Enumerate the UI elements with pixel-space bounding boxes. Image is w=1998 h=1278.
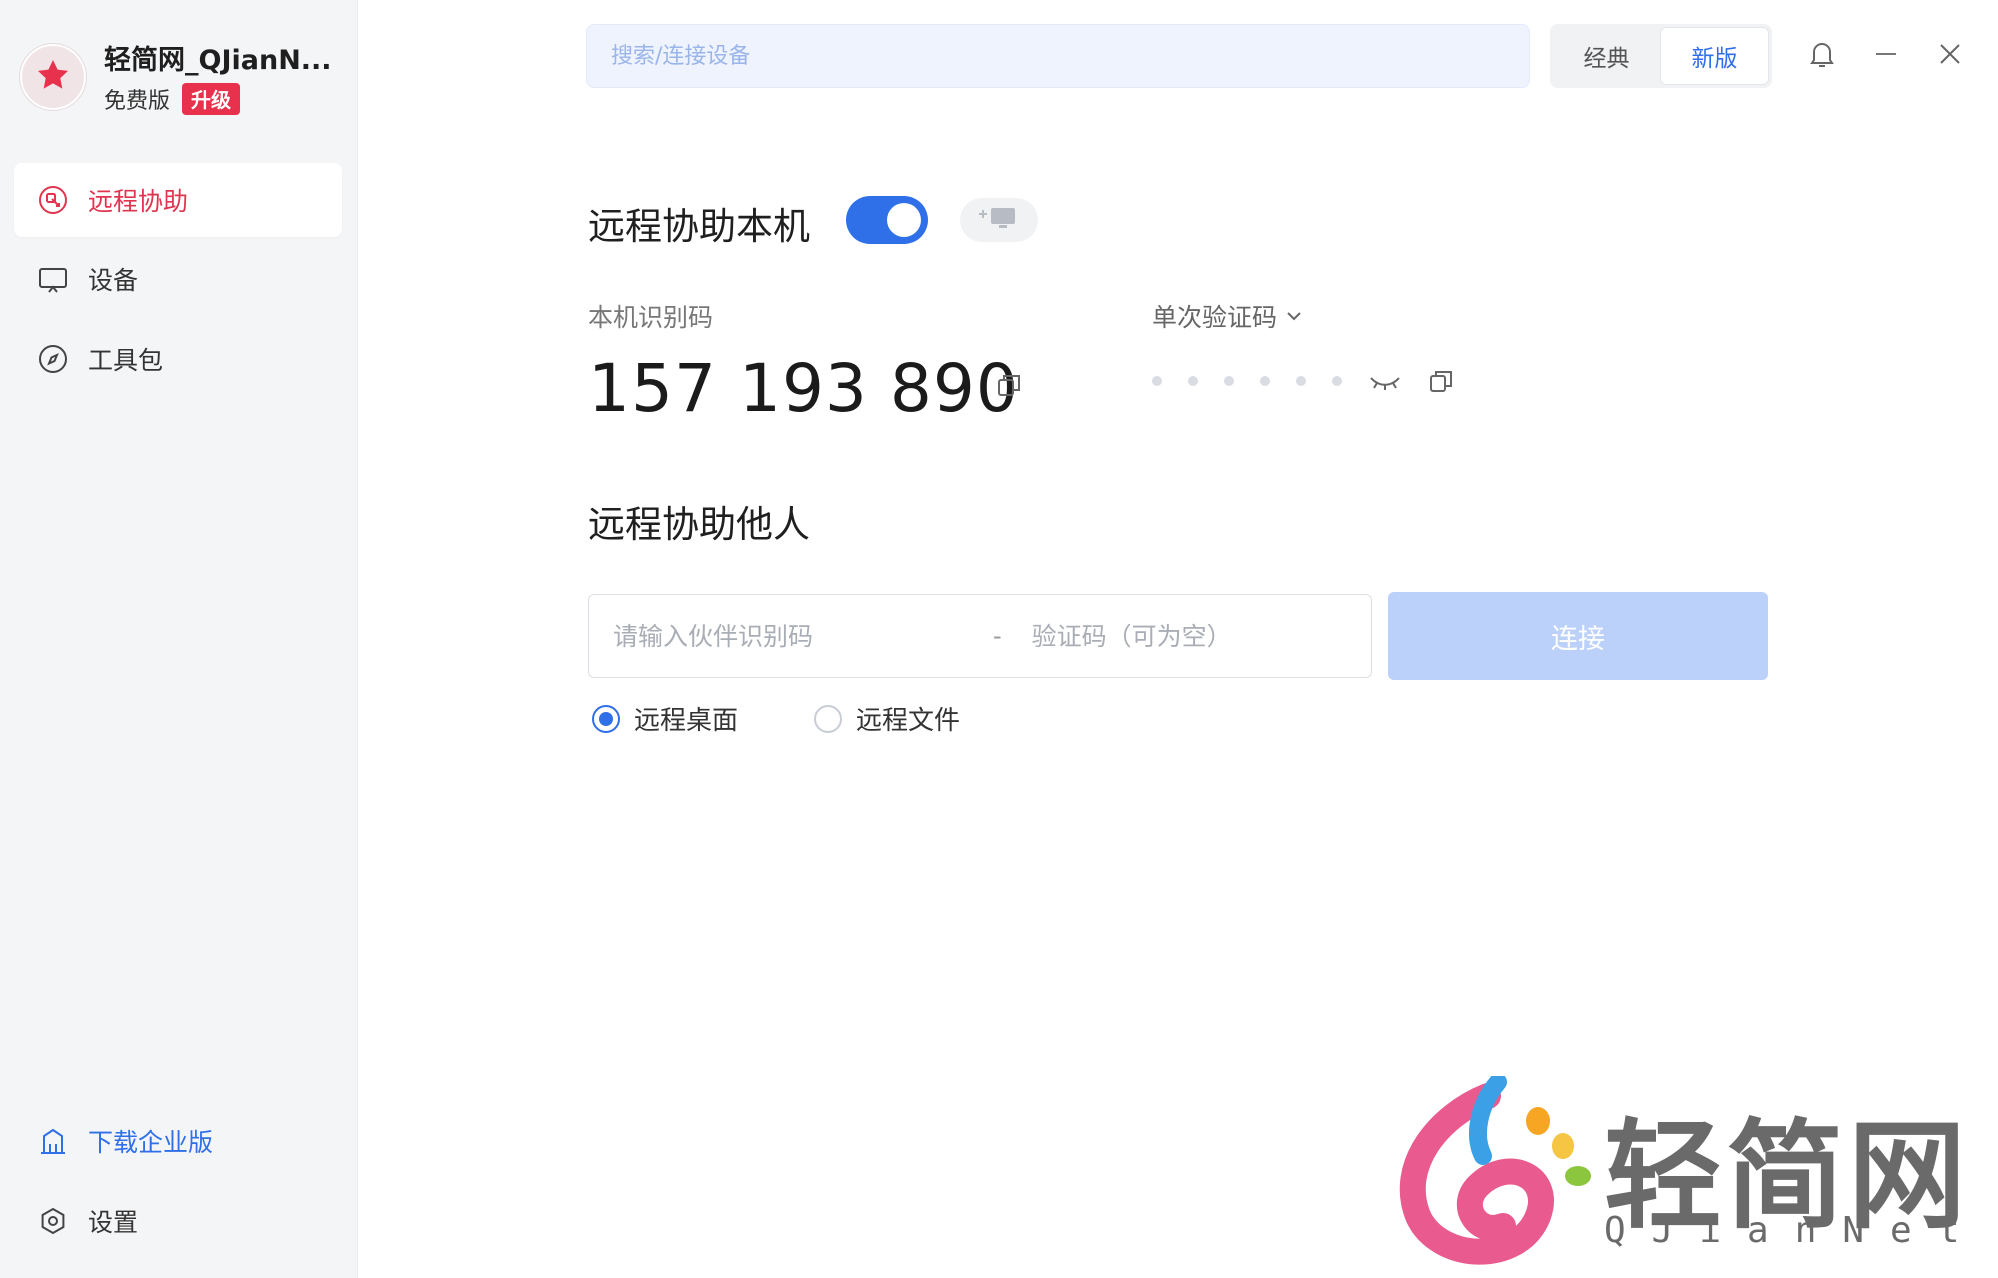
masked-digit [1296, 376, 1306, 386]
monitor-icon [36, 262, 70, 296]
close-icon [1937, 41, 1963, 71]
gear-icon [36, 1204, 70, 1238]
minimize-icon [1873, 41, 1899, 71]
show-code-button[interactable] [1368, 370, 1402, 398]
masked-digit [1152, 376, 1162, 386]
sidebar-item-label: 远程协助 [88, 187, 189, 216]
copy-icon [1428, 368, 1454, 398]
radio-unchecked [814, 704, 842, 733]
version-switch[interactable]: 经典 新版 [1550, 24, 1772, 88]
username: 轻简网_QJianN... [104, 45, 332, 76]
assist-self-toggle[interactable] [846, 196, 928, 244]
watermark-logo-icon [1399, 1073, 1591, 1265]
radio-checked [592, 704, 620, 733]
code-mode-dropdown[interactable]: 单次验证码 [1152, 298, 1303, 334]
watermark-subtitle: QJianNet [1604, 1210, 1986, 1251]
eye-closed-icon [1369, 372, 1401, 396]
profile[interactable]: 轻简网_QJianN... 免费版 升级 [20, 38, 332, 115]
add-monitor-icon [979, 205, 1019, 235]
masked-digit [1224, 376, 1234, 386]
avatar[interactable] [20, 43, 86, 110]
option-remote-desktop[interactable]: 远程桌面 [592, 700, 738, 737]
settings-label: 设置 [88, 1208, 139, 1237]
device-id-label: 本机识别码 [588, 303, 714, 332]
input-separator: - [993, 622, 1002, 650]
partner-id-input[interactable] [613, 621, 993, 651]
masked-digit [1260, 376, 1270, 386]
copy-code-button[interactable] [1426, 368, 1456, 398]
option-label: 远程文件 [856, 706, 961, 736]
copy-icon [996, 372, 1022, 402]
close-button[interactable] [1930, 36, 1970, 76]
add-screen-button[interactable] [960, 198, 1038, 242]
toggle-knob [887, 203, 921, 237]
settings-link[interactable]: 设置 [14, 1186, 342, 1256]
sidebar-item-toolkit[interactable]: 工具包 [14, 322, 342, 396]
partner-connect-box: - [588, 594, 1372, 678]
notification-button[interactable] [1802, 36, 1842, 76]
code-mode-label: 单次验证码 [1152, 303, 1278, 332]
download-enterprise-label: 下载企业版 [88, 1128, 214, 1157]
sidebar-item-devices[interactable]: 设备 [14, 242, 342, 316]
masked-verification-code [1152, 376, 1368, 386]
building-icon [36, 1124, 70, 1158]
sidebar: 轻简网_QJianN... 免费版 升级 远程协助 设备 工具包 下载企业版 设… [0, 0, 358, 1278]
option-label: 远程桌面 [634, 706, 739, 736]
remote-assist-icon [36, 183, 70, 217]
assist-others-title: 远程协助他人 [588, 503, 810, 546]
verification-code-input[interactable] [1031, 621, 1332, 651]
sidebar-item-remote-assist[interactable]: 远程协助 [14, 163, 342, 237]
watermark: 轻简网 QJianNet [1378, 1073, 1978, 1272]
connect-button[interactable]: 连接 [1388, 592, 1768, 680]
star-icon [34, 56, 72, 98]
search-bar[interactable] [586, 24, 1530, 88]
mode-classic[interactable]: 经典 [1553, 27, 1660, 85]
compass-icon [36, 342, 70, 376]
upgrade-badge[interactable]: 升级 [182, 83, 241, 115]
minimize-button[interactable] [1866, 36, 1906, 76]
option-remote-file[interactable]: 远程文件 [814, 700, 960, 737]
sidebar-item-label: 设备 [88, 266, 139, 295]
device-id: 157 193 890 [588, 350, 1019, 427]
mode-new[interactable]: 新版 [1660, 27, 1769, 85]
chevron-down-icon [1285, 307, 1303, 325]
plan-label: 免费版 [104, 89, 171, 114]
masked-digit [1188, 376, 1198, 386]
masked-digit [1332, 376, 1342, 386]
download-enterprise-link[interactable]: 下载企业版 [14, 1106, 342, 1176]
search-input[interactable] [611, 43, 1529, 69]
assist-self-title: 远程协助本机 [588, 205, 810, 248]
copy-device-id-button[interactable] [994, 372, 1024, 402]
bell-icon [1808, 39, 1836, 73]
sidebar-item-label: 工具包 [88, 346, 164, 375]
